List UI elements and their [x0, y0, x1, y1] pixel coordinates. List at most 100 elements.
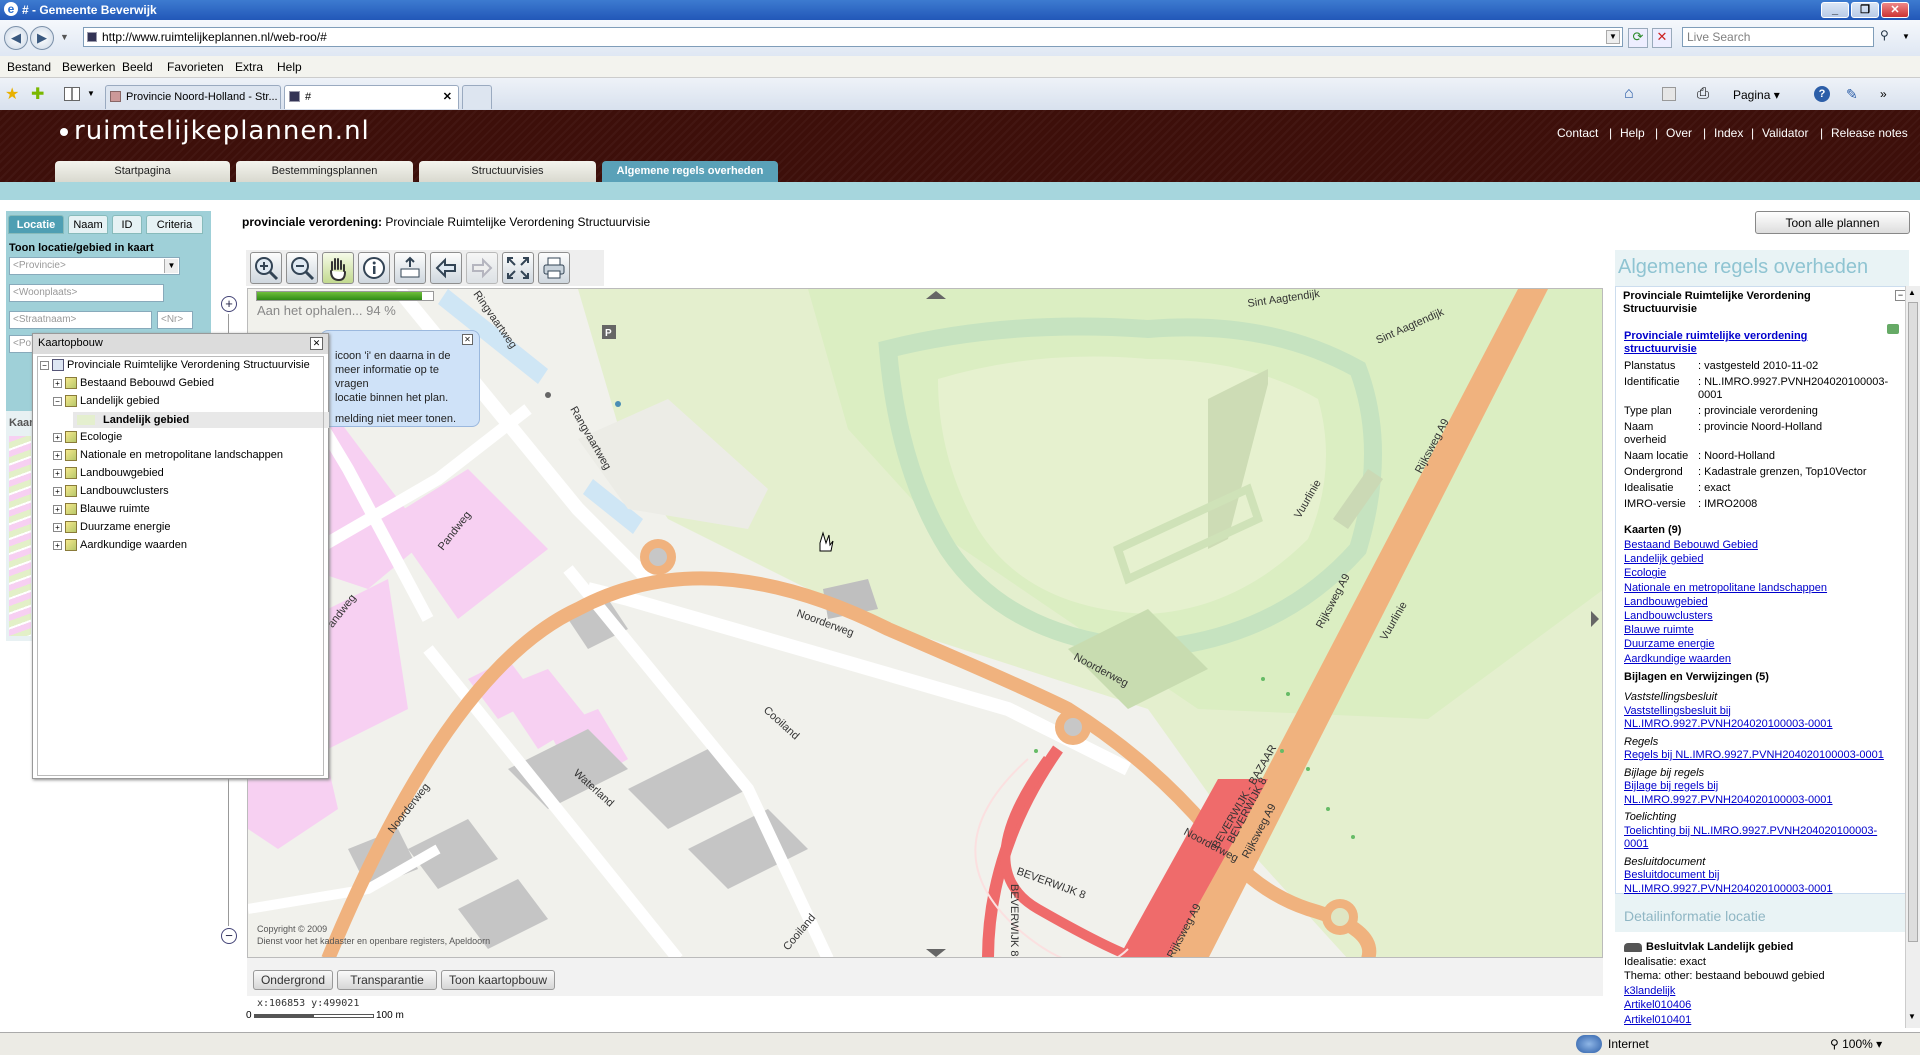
menu-bestand[interactable]: Bestand [7, 60, 51, 74]
scroll-up-icon[interactable]: ▲ [1908, 288, 1916, 297]
tab-list-icon[interactable]: ▼ [87, 89, 95, 98]
zoom-in-button[interactable] [250, 252, 282, 284]
besluitvlak-link[interactable]: k3landelijk [1624, 984, 1899, 999]
live-search-input[interactable]: Live Search [1682, 27, 1874, 47]
home-icon[interactable]: ⌂ [1624, 85, 1634, 103]
menu-extra[interactable]: Extra [235, 60, 263, 74]
kaart-link[interactable]: Blauwe ruimte [1624, 623, 1904, 637]
kaart-link[interactable]: Duurzame energie [1624, 637, 1904, 651]
refresh-icon[interactable]: ⟳ [1628, 28, 1648, 48]
info-button[interactable] [358, 252, 390, 284]
page-menu[interactable]: Pagina ▾ [1733, 88, 1780, 102]
tab-naam[interactable]: Naam [68, 215, 108, 234]
print-map-button[interactable] [538, 252, 570, 284]
bijlage-link[interactable]: Bijlage bij regels bij NL.IMRO.9927.PVNH… [1624, 780, 1899, 807]
besluitvlak-link[interactable]: Artikel010401 [1624, 1013, 1899, 1027]
search-icon[interactable]: ⚲ [1880, 28, 1898, 46]
map-toolbar [246, 250, 604, 286]
kaartopbouw-panel: Kaartopbouw ✕ − Provinciale Ruimtelijke V… [32, 333, 329, 779]
add-favorite-icon[interactable]: ✚ [31, 84, 44, 104]
kaart-link[interactable]: Landelijk gebied [1624, 552, 1904, 566]
close-window-button[interactable]: ✕ [1881, 2, 1909, 18]
kaart-link[interactable]: Nationale en metropolitane landschappen [1624, 581, 1904, 595]
menu-beeld[interactable]: Beeld [122, 60, 153, 74]
woonplaats-input[interactable]: <Woonplaats> [9, 284, 164, 302]
zoom-out-button[interactable] [286, 252, 318, 284]
show-all-plans-button[interactable]: Toon alle plannen [1755, 211, 1910, 234]
kaart-link[interactable]: Ecologie [1624, 566, 1904, 580]
search-options-icon[interactable]: ▼ [1902, 32, 1910, 41]
new-tab-button[interactable] [462, 85, 492, 109]
huisnummer-input[interactable]: <Nr> [157, 311, 193, 329]
tab-structuurvisies[interactable]: Structuurvisies [419, 161, 596, 182]
maximize-button[interactable]: ❐ [1851, 2, 1879, 18]
bijlage-type: Regels [1624, 735, 1659, 748]
site-logo[interactable]: ruimtelijkeplannen.nl [60, 116, 370, 146]
scroll-down-icon[interactable]: ▼ [1908, 1012, 1916, 1021]
research-icon[interactable]: ✎ [1846, 86, 1858, 103]
quick-tabs-icon[interactable] [64, 87, 80, 101]
tab-startpagina[interactable]: Startpagina [55, 161, 230, 182]
kaart-link[interactable]: Landbouwclusters [1624, 609, 1904, 623]
bijlage-link[interactable]: Toelichting bij NL.IMRO.9927.PVNH2040201… [1624, 825, 1899, 852]
history-dropdown-icon[interactable]: ▼ [60, 32, 69, 42]
bijlage-link[interactable]: Vaststellingsbesluit bij NL.IMRO.9927.PV… [1624, 705, 1834, 732]
live-search-placeholder: Live Search [1687, 30, 1751, 44]
feeds-icon[interactable] [1662, 87, 1676, 101]
panel-inner-border [37, 356, 324, 776]
provincie-select[interactable]: <Provincie> ▼ [9, 257, 180, 275]
tab-bestemmingsplannen[interactable]: Bestemmingsplannen [236, 161, 413, 182]
browser-tab-provincie[interactable]: Provincie Noord-Holland - Str... [105, 85, 281, 109]
minimize-button[interactable]: _ [1821, 2, 1849, 18]
toplink-over[interactable]: Over [1666, 126, 1692, 140]
kaart-link[interactable]: Landbouwgebied [1624, 595, 1904, 609]
straatnaam-input[interactable]: <Straatnaam> [9, 311, 152, 329]
ondergrond-button[interactable]: Ondergrond [253, 970, 333, 990]
scroll-thumb[interactable] [1908, 302, 1918, 942]
besluitvlak-info: Besluitvlak Landelijk gebied Idealisatie… [1624, 940, 1899, 1026]
forward-button[interactable]: ▶ [30, 26, 54, 50]
print-icon[interactable]: ⎙ [1697, 85, 1709, 102]
zoom-level[interactable]: ⚲ 100% ▾ [1830, 1037, 1882, 1051]
pan-button[interactable] [322, 252, 354, 284]
menu-bewerken[interactable]: Bewerken [62, 60, 115, 74]
toplink-release-notes[interactable]: Release notes [1831, 126, 1908, 140]
menu-favorieten[interactable]: Favorieten [167, 60, 224, 74]
toplink-index[interactable]: Index [1714, 126, 1743, 140]
toplink-validator[interactable]: Validator [1762, 126, 1808, 140]
plan-link[interactable]: Provinciale ruimtelijke verordening stru… [1624, 330, 1834, 356]
zoom-slider-minus-icon[interactable]: − [221, 928, 237, 944]
menu-help[interactable]: Help [277, 60, 302, 74]
browser-tab-current[interactable]: # ✕ [284, 85, 459, 109]
tooltip-dont-show-link[interactable]: melding niet meer tonen. [335, 412, 475, 426]
favorites-star-icon[interactable]: ★ [5, 84, 19, 104]
close-tab-icon[interactable]: ✕ [443, 90, 452, 103]
url-dropdown-icon[interactable]: ▼ [1606, 30, 1620, 44]
next-extent-button[interactable] [466, 252, 498, 284]
full-extent-button[interactable] [502, 252, 534, 284]
transparantie-button[interactable]: Transparantie [337, 970, 437, 990]
bijlage-link[interactable]: Besluitdocument bij NL.IMRO.9927.PVNH204… [1624, 869, 1899, 896]
back-button[interactable]: ◀ [4, 26, 28, 50]
kaart-link[interactable]: Aardkundige waarden [1624, 652, 1904, 666]
tab-id[interactable]: ID [112, 215, 142, 234]
zoom-slider-plus-icon[interactable]: + [221, 296, 237, 312]
url-field[interactable]: http://www.ruimtelijkeplannen.nl/web-roo… [83, 27, 1623, 47]
bijlage-link[interactable]: Regels bij NL.IMRO.9927.PVNH204020100003… [1624, 749, 1899, 763]
tab-criteria[interactable]: Criteria [146, 215, 203, 234]
kaart-link[interactable]: Bestaand Bebouwd Gebied [1624, 538, 1904, 552]
besluitvlak-link[interactable]: Artikel010406 [1624, 998, 1899, 1013]
help-icon[interactable]: ? [1814, 86, 1830, 102]
measure-button[interactable] [394, 252, 426, 284]
toon-kaartopbouw-button[interactable]: Toon kaartopbouw [441, 970, 555, 990]
previous-extent-button[interactable] [430, 252, 462, 284]
tab-locatie[interactable]: Locatie [8, 215, 64, 234]
close-panel-icon[interactable]: ✕ [310, 337, 323, 350]
toplink-help[interactable]: Help [1620, 126, 1645, 140]
toolbar-expand-icon[interactable]: » [1880, 87, 1887, 101]
tab-algemene-regels[interactable]: Algemene regels overheden [602, 161, 778, 182]
right-panel-scrollbar[interactable]: ▲ ▼ [1905, 286, 1920, 1028]
stop-icon[interactable]: ✕ [1652, 28, 1672, 48]
toplink-contact[interactable]: Contact [1557, 126, 1598, 140]
close-tooltip-icon[interactable]: ✕ [462, 334, 473, 345]
